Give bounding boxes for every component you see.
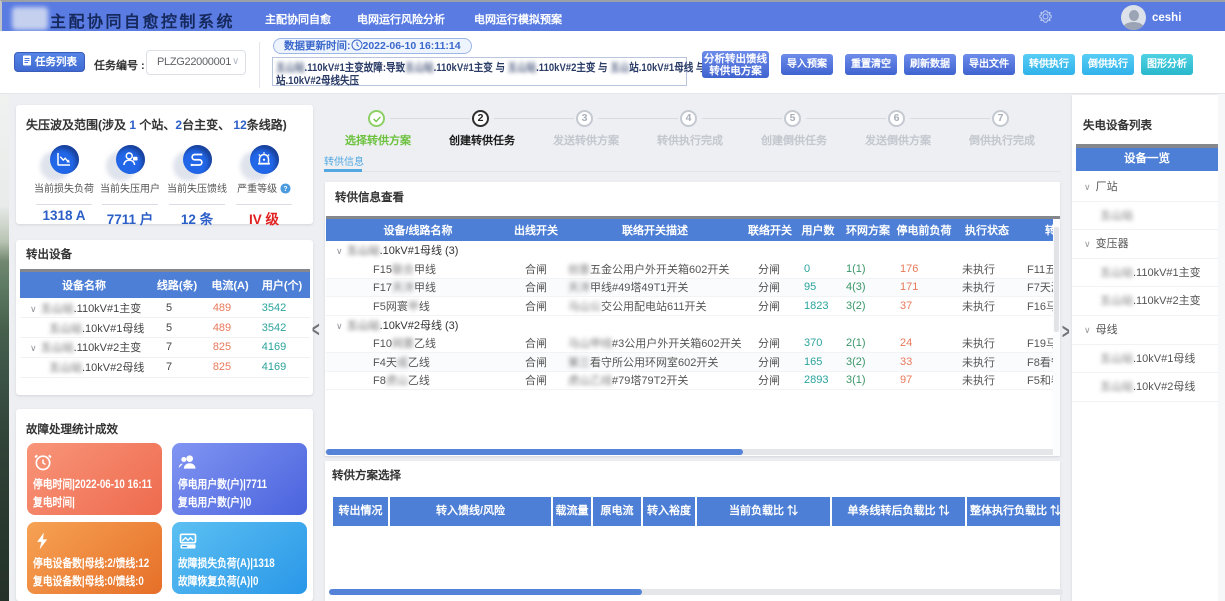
svg-text:?: ? xyxy=(283,186,287,193)
